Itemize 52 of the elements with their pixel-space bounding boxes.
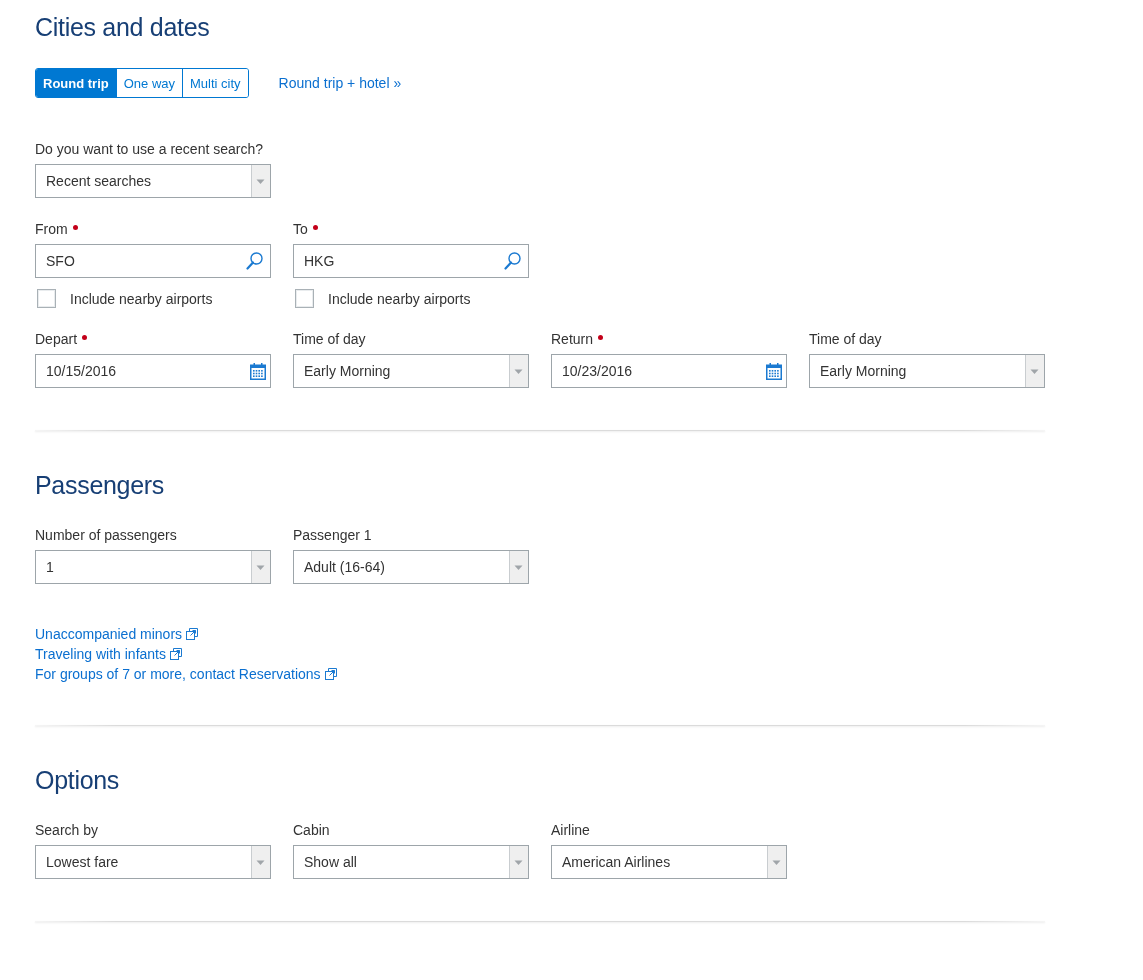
dropdown[interactable]: Adult (16-64) bbox=[293, 550, 529, 584]
caret-icon bbox=[251, 551, 270, 583]
search-field[interactable]: SFO bbox=[35, 244, 271, 278]
caret-icon bbox=[251, 165, 270, 197]
trip-type-tab[interactable]: Multi city bbox=[182, 69, 248, 97]
section-heading: Options bbox=[35, 765, 120, 796]
help-link[interactable]: Unaccompanied minors bbox=[35, 624, 199, 644]
search-icon bbox=[504, 252, 521, 270]
section-heading: Passengers bbox=[35, 470, 165, 501]
date-field[interactable]: 10/23/2016 bbox=[551, 354, 787, 388]
external-link-icon bbox=[186, 628, 199, 640]
checkbox-label[interactable]: Include nearby airports bbox=[70, 289, 213, 308]
hotel-link[interactable]: Round trip + hotel » bbox=[278, 73, 402, 93]
help-link[interactable]: Traveling with infants bbox=[35, 644, 182, 664]
dropdown[interactable]: Early Morning bbox=[809, 354, 1045, 388]
field-label: Depart bbox=[35, 330, 78, 348]
field-label: Do you want to use a recent search? bbox=[35, 140, 264, 158]
external-link-icon bbox=[170, 648, 182, 660]
field-label: Number of passengers bbox=[35, 526, 177, 544]
field-label: Airline bbox=[551, 821, 590, 839]
checkbox[interactable] bbox=[37, 289, 56, 308]
search-field[interactable]: HKG bbox=[293, 244, 529, 278]
checkbox-label[interactable]: Include nearby airports bbox=[328, 289, 471, 308]
trip-type-tab[interactable]: Round trip bbox=[36, 69, 116, 97]
caret-icon bbox=[509, 846, 528, 878]
field-label: Time of day bbox=[293, 330, 366, 348]
section-heading: Cities and dates bbox=[35, 12, 210, 43]
field-label: Return bbox=[551, 330, 594, 348]
date-field[interactable]: 10/15/2016 bbox=[35, 354, 271, 388]
external-link-icon bbox=[324, 668, 337, 680]
checkbox[interactable] bbox=[295, 289, 314, 308]
field-label: Time of day bbox=[809, 330, 882, 348]
field-label: To bbox=[293, 220, 308, 238]
dropdown[interactable]: 1 bbox=[35, 550, 271, 584]
caret-icon bbox=[767, 846, 786, 878]
help-link[interactable]: For groups of 7 or more, contact Reservations bbox=[35, 664, 337, 684]
field-label: Cabin bbox=[293, 821, 330, 839]
dropdown[interactable]: American Airlines bbox=[551, 845, 787, 879]
search-icon bbox=[246, 252, 263, 270]
dropdown[interactable]: Show all bbox=[293, 845, 529, 879]
dropdown[interactable]: Recent searches bbox=[35, 164, 271, 198]
caret-icon bbox=[1025, 355, 1044, 387]
caret-icon bbox=[509, 355, 528, 387]
calendar-icon bbox=[250, 362, 266, 380]
field-label: From bbox=[35, 220, 68, 238]
calendar-icon bbox=[766, 362, 782, 380]
field-label: Search by bbox=[35, 821, 99, 839]
dropdown[interactable]: Lowest fare bbox=[35, 845, 271, 879]
dropdown[interactable]: Early Morning bbox=[293, 354, 529, 388]
caret-icon bbox=[251, 846, 270, 878]
caret-icon bbox=[509, 551, 528, 583]
field-label: Passenger 1 bbox=[293, 526, 372, 544]
